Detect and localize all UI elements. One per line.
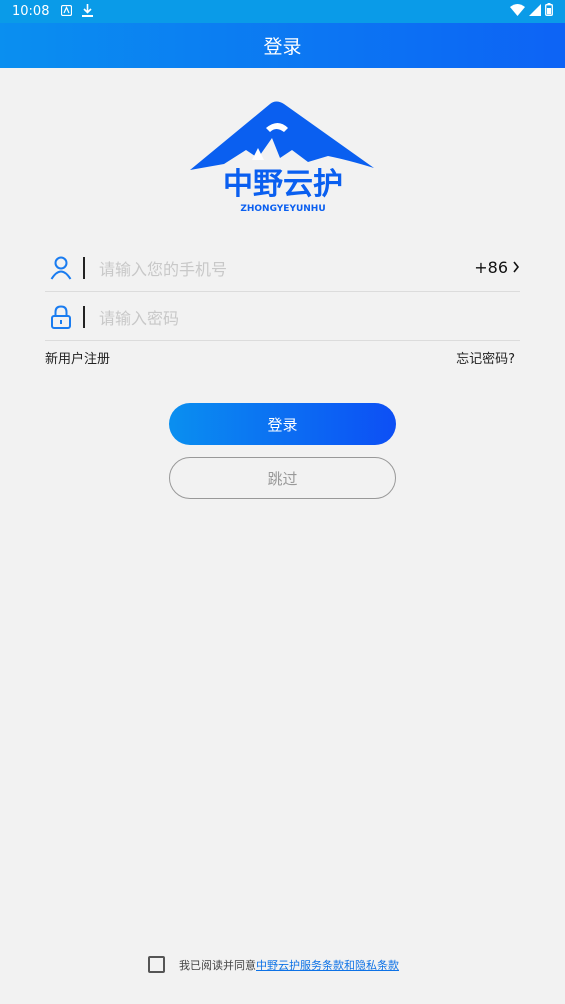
- password-field[interactable]: 请输入密码: [45, 293, 520, 341]
- chevron-right-icon: [512, 258, 520, 277]
- country-code-selector[interactable]: +86: [474, 258, 520, 277]
- login-button[interactable]: 登录: [169, 403, 396, 445]
- auth-links: 新用户注册 忘记密码?: [45, 348, 515, 367]
- lock-icon: [47, 303, 75, 331]
- battery-icon: [545, 3, 553, 20]
- register-link[interactable]: 新用户注册: [45, 348, 110, 367]
- agreement-checkbox[interactable]: [148, 956, 165, 973]
- status-bar: 10:08: [0, 0, 565, 23]
- login-button-label: 登录: [267, 415, 298, 434]
- agreement-terms-link[interactable]: 中野云护服务条款和隐私条款: [256, 957, 399, 973]
- logo-brand-text: 中野云护: [223, 167, 343, 202]
- brand-logo: 中野云护 ZHONGYEYUNHU: [188, 98, 378, 216]
- password-input-placeholder[interactable]: 请输入密码: [99, 305, 179, 329]
- wifi-icon: [510, 3, 525, 20]
- download-icon: [82, 3, 94, 20]
- forgot-password-link[interactable]: 忘记密码?: [456, 348, 515, 367]
- title-bar: 登录: [0, 23, 565, 68]
- page-title: 登录: [263, 36, 302, 58]
- phone-field[interactable]: 请输入您的手机号 +86: [45, 244, 520, 292]
- text-cursor: [83, 305, 85, 328]
- app-notification-icon: [61, 4, 73, 19]
- text-cursor: [83, 256, 85, 279]
- country-code: +86: [474, 258, 508, 277]
- agreement-prefix: 我已阅读并同意: [179, 958, 256, 972]
- logo-brand-subtext: ZHONGYEYUNHU: [240, 204, 325, 214]
- skip-button-label: 跳过: [267, 469, 298, 488]
- phone-input-placeholder[interactable]: 请输入您的手机号: [99, 256, 227, 280]
- status-time: 10:08: [12, 4, 50, 19]
- agreement-row: 我已阅读并同意 中野云护服务条款和隐私条款: [148, 956, 399, 973]
- skip-button[interactable]: 跳过: [169, 457, 396, 499]
- signal-icon: [529, 3, 541, 20]
- user-icon: [47, 254, 75, 282]
